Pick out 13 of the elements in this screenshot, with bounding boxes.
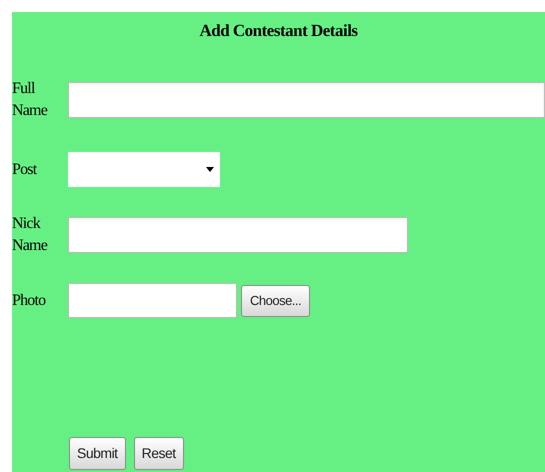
choose-button[interactable]: Choose... <box>241 284 310 316</box>
file-field[interactable] <box>68 283 237 318</box>
reset-button[interactable]: Reset <box>134 437 184 470</box>
field-label: Photo <box>12 290 46 310</box>
caret-icon <box>206 167 214 172</box>
field-label: Full Name <box>12 79 48 121</box>
input-field[interactable] <box>68 217 408 253</box>
form-title: Add Contestant Details <box>199 20 358 42</box>
dropdown-field[interactable] <box>68 152 220 187</box>
field-label: Nick Name <box>12 214 48 256</box>
field-label: Post <box>12 160 38 180</box>
submit-button[interactable]: Submit <box>69 437 126 470</box>
input-field[interactable] <box>68 82 545 118</box>
